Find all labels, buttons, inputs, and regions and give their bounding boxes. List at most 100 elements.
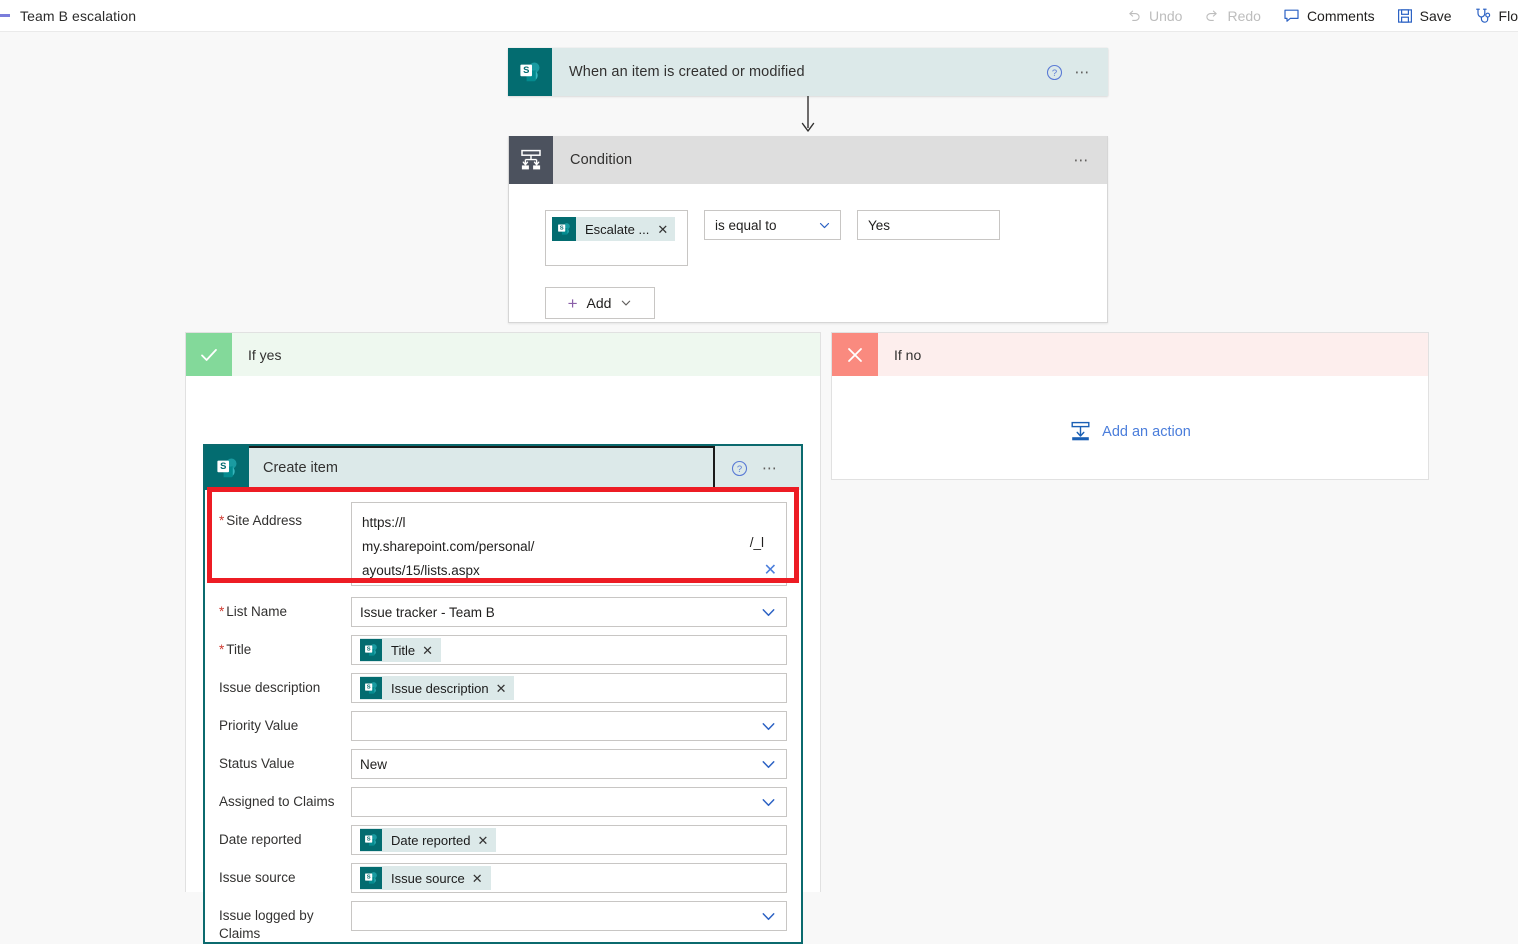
field-input-title[interactable]: S Title ✕ <box>351 635 787 665</box>
flow-checker-button[interactable]: Flo <box>1463 0 1518 32</box>
trigger-card[interactable]: S When an item is created or modified ? … <box>508 48 1108 96</box>
token-label: Date reported <box>391 832 471 848</box>
condition-add-button[interactable]: + Add <box>545 287 655 319</box>
field-dropdown-issue-logged-by-claims[interactable] <box>351 901 787 931</box>
sharepoint-token-icon: S <box>360 829 382 851</box>
token-label: Issue source <box>391 870 465 886</box>
redo-button[interactable]: Redo <box>1193 0 1271 32</box>
create-item-card[interactable]: S Create item ? ⋯ * Site Address https:/… <box>203 444 803 944</box>
dynamic-content-token[interactable]: S Issue description ✕ <box>360 676 515 700</box>
site-address-field[interactable]: https://l my.sharepoint.com/personal/ /_… <box>351 496 787 586</box>
create-item-menu-ellipsis-icon[interactable]: ⋯ <box>762 461 780 476</box>
field-label-priority-value: Priority Value <box>219 718 299 733</box>
help-icon[interactable]: ? <box>731 460 748 477</box>
create-item-field-rows: * List Name Issue tracker - Team B * Title… <box>219 592 787 942</box>
field-dropdown-status-value[interactable]: New <box>351 749 787 779</box>
field-input-issue-description[interactable]: S Issue description ✕ <box>351 673 787 703</box>
field-dropdown-priority-value[interactable] <box>351 711 787 741</box>
sharepoint-token-icon: S <box>360 867 382 889</box>
dynamic-content-token[interactable]: S Date reported ✕ <box>360 828 497 852</box>
comments-button[interactable]: Comments <box>1272 0 1386 32</box>
save-label: Save <box>1419 7 1452 24</box>
field-row-assigned-to-claims: Assigned to Claims <box>219 782 787 820</box>
site-address-row: * Site Address https://l my.sharepoint.co… <box>219 496 787 592</box>
site-address-line-3: ayouts/15/lists.aspx <box>362 563 480 578</box>
redo-icon <box>1206 10 1218 21</box>
field-row-date-reported: Date reported S Date reported ✕ <box>219 820 787 858</box>
condition-operator-value: is equal to <box>715 217 777 233</box>
chevron-down-icon <box>762 760 775 768</box>
field-row-priority-value: Priority Value <box>219 706 787 744</box>
field-label-title: * Title <box>219 642 252 657</box>
remove-token-icon[interactable]: ✕ <box>472 872 483 885</box>
condition-value-input[interactable]: Yes <box>857 210 1000 240</box>
sharepoint-icon: S <box>205 446 249 490</box>
if-yes-header: If yes <box>186 333 820 376</box>
field-row-issue-description: Issue description S Issue description ✕ <box>219 668 787 706</box>
if-no-header: If no <box>832 333 1428 376</box>
save-button[interactable]: Save <box>1386 0 1463 32</box>
condition-icon <box>509 136 553 184</box>
sharepoint-icon: S <box>508 48 552 96</box>
site-address-line-1: https://l <box>362 515 406 530</box>
trigger-menu-ellipsis-icon[interactable]: ⋯ <box>1075 65 1093 80</box>
field-row-title: * Title S Title ✕ <box>219 630 787 668</box>
cross-icon <box>832 333 878 376</box>
condition-operand-field[interactable]: S Escalate ... ✕ <box>545 210 688 266</box>
field-label-issue-source: Issue source <box>219 870 296 885</box>
remove-token-icon[interactable]: ✕ <box>478 834 489 847</box>
field-label-status-value: Status Value <box>219 756 295 771</box>
field-label-issue-logged-by-claims: Issue logged by Claims <box>219 908 314 941</box>
chevron-down-icon <box>622 300 631 306</box>
add-an-action-button[interactable]: Add an action <box>832 420 1428 443</box>
comments-label: Comments <box>1306 7 1375 24</box>
field-label-date-reported: Date reported <box>219 832 302 847</box>
save-icon <box>1397 8 1412 23</box>
condition-card[interactable]: Condition ⋯ S Escalate ... ✕ is equal to… <box>508 136 1108 323</box>
if-no-branch: If no Add an action <box>831 332 1429 480</box>
field-row-status-value: Status Value New <box>219 744 787 782</box>
plus-icon: + <box>567 293 578 313</box>
dynamic-content-token[interactable]: S Issue source ✕ <box>360 866 491 890</box>
condition-title: Condition <box>570 152 633 168</box>
condition-operator-dropdown[interactable]: is equal to <box>704 210 841 240</box>
remove-token-icon[interactable]: ✕ <box>657 223 668 236</box>
svg-text:S: S <box>220 460 226 471</box>
token-label: Title <box>391 642 416 658</box>
site-address-input[interactable]: https://l my.sharepoint.com/personal/ /_… <box>351 502 787 586</box>
remove-token-icon[interactable]: ✕ <box>422 644 433 657</box>
site-address-line-2-tail: /_l <box>749 535 764 550</box>
field-input-issue-source[interactable]: S Issue source ✕ <box>351 863 787 893</box>
remove-token-icon[interactable]: ✕ <box>496 682 507 695</box>
create-item-header-actions: ? ⋯ <box>715 446 796 490</box>
condition-operand-label: Escalate ... <box>585 221 650 237</box>
sharepoint-token-icon: S <box>552 217 576 241</box>
create-item-title-input[interactable]: Create item <box>249 446 715 490</box>
svg-text:S: S <box>367 647 371 653</box>
connector-arrow-icon <box>801 96 815 132</box>
chevron-down-icon <box>762 722 775 730</box>
flow-canvas: S When an item is created or modified ? … <box>0 32 1518 944</box>
field-row-list-name: * List Name Issue tracker - Team B <box>219 592 787 630</box>
clear-icon[interactable]: ✕ <box>764 563 777 579</box>
dynamic-content-token[interactable]: S Title ✕ <box>360 638 441 662</box>
site-address-line-2: my.sharepoint.com/personal/ <box>362 539 535 554</box>
undo-icon <box>1129 10 1140 21</box>
undo-label: Undo <box>1149 7 1183 24</box>
help-icon[interactable]: ? <box>1046 64 1063 81</box>
add-action-icon <box>1071 421 1090 441</box>
back-arrow-icon[interactable] <box>0 14 10 17</box>
field-value-status-value: New <box>360 756 388 772</box>
undo-button[interactable]: Undo <box>1115 0 1193 32</box>
condition-menu-ellipsis-icon[interactable]: ⋯ <box>1074 153 1092 168</box>
create-item-form: * Site Address https://l my.sharepoint.co… <box>205 490 801 942</box>
if-yes-label: If yes <box>248 346 282 363</box>
field-dropdown-assigned-to-claims[interactable] <box>351 787 787 817</box>
redo-label: Redo <box>1227 7 1261 24</box>
token-label: Issue description <box>391 680 489 696</box>
trigger-header-actions: ? ⋯ <box>1046 64 1109 81</box>
field-input-date-reported[interactable]: S Date reported ✕ <box>351 825 787 855</box>
condition-operand-token[interactable]: S Escalate ... ✕ <box>552 217 676 241</box>
field-dropdown-list-name[interactable]: Issue tracker - Team B <box>351 597 787 627</box>
svg-text:S: S <box>523 64 529 75</box>
